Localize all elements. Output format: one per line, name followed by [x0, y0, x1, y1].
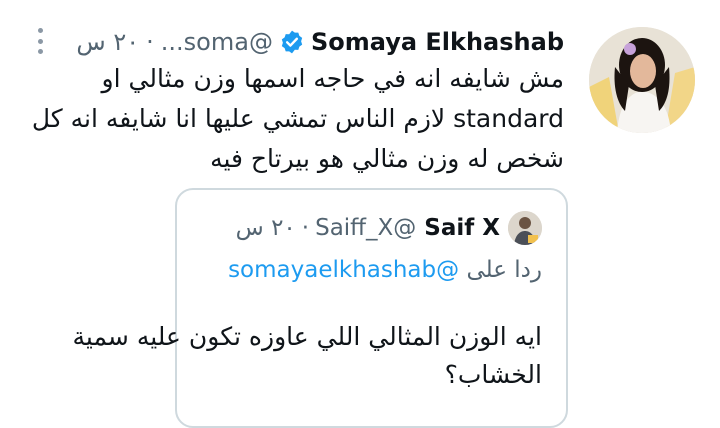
separator-dot: · [146, 28, 154, 56]
tweet-text-line: standard لازم الناس تمشي عليها انا شايفه… [31, 104, 564, 133]
quoted-tweet-header: Saif X @Saiff_X · ٢٠ س [236, 208, 542, 248]
quoted-tweet-timestamp: ٢٠ س [235, 215, 296, 241]
quoted-author-avatar [508, 211, 542, 245]
quoted-author-handle: @Saiff_X [315, 215, 417, 241]
separator-dot: · [301, 215, 310, 241]
quoted-text-line: ايه الوزن المثالي اللي عاوزه تكون عليه س… [72, 322, 542, 351]
author-handle[interactable]: @soma... [161, 28, 273, 56]
author-avatar[interactable] [589, 27, 695, 133]
author-name[interactable]: Somaya Elkhashab [311, 28, 564, 56]
verified-badge-icon [279, 29, 305, 55]
replying-to-line: ردا على @somayaelkhashab [228, 257, 542, 283]
quoted-tweet-card[interactable]: Saif X @Saiff_X · ٢٠ س ردا على @somayael… [72, 188, 568, 428]
tweet-header: Somaya Elkhashab @soma... · ٢٠ س [76, 22, 564, 62]
replying-to-label: ردا على [466, 257, 542, 283]
more-options-icon[interactable] [34, 28, 46, 54]
quoted-text-line: الخشاب؟ [444, 360, 542, 389]
tweet-text-line: شخص له وزن مثالي هو بيرتاح فيه [210, 144, 564, 173]
quoted-tweet-text: ايه الوزن المثالي اللي عاوزه تكون عليه س… [72, 318, 542, 394]
tweet-text: مش شايفه انه في حاجه اسمها وزن مثالي او … [24, 59, 564, 179]
tweet-text-line: مش شايفه انه في حاجه اسمها وزن مثالي او [101, 64, 564, 93]
tweet-timestamp[interactable]: ٢٠ س [76, 28, 139, 56]
quoted-author-name: Saif X [424, 215, 500, 241]
replying-to-mention[interactable]: @somayaelkhashab [228, 257, 459, 283]
